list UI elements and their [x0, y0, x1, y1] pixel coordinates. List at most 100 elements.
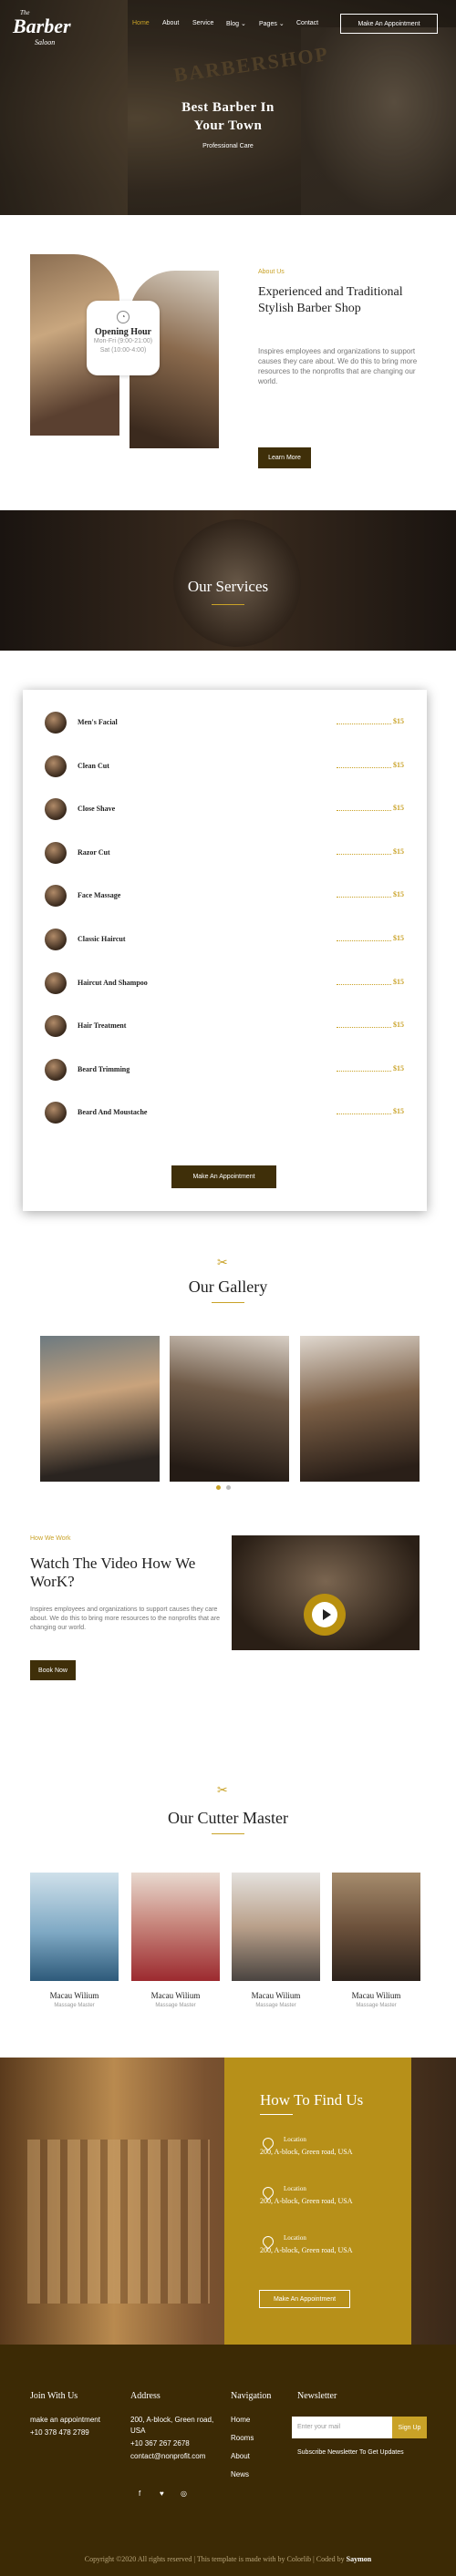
newsletter-note: Subscribe Newsletter To Get Updates [297, 2449, 404, 2456]
hero-subtitle: Professional Care [202, 143, 254, 149]
service-name: Close Shave [78, 805, 116, 814]
team-role: Massage Master [54, 2003, 95, 2008]
book-now-button[interactable]: Book Now [30, 1660, 76, 1680]
learn-more-button[interactable]: Learn More [258, 447, 311, 468]
team-title: Our Cutter Master [168, 1809, 288, 1827]
service-avatar [45, 798, 67, 821]
divider [212, 604, 244, 605]
header-appointment-button[interactable]: Make An Appointment [340, 14, 438, 34]
location-address: 200, A-block, Green road, USA [260, 2197, 353, 2205]
footer [0, 2345, 456, 2576]
scissors-icon: ✂ [217, 1784, 228, 1798]
service-item: Hair Treatment $15 [45, 1015, 409, 1039]
dotted-leader [337, 940, 391, 941]
footer-address-phone[interactable]: +10 367 267 2678 [130, 2438, 190, 2449]
newsletter-signup-button[interactable]: Sign Up [392, 2417, 427, 2438]
location-address: 200, A-block, Green road, USA [260, 2246, 353, 2254]
coder-link[interactable]: Saymon [347, 2555, 372, 2563]
service-price: $15 [393, 934, 404, 942]
gallery-title: Our Gallery [188, 1278, 268, 1296]
menu-appointment-button[interactable]: Make An Appointment [171, 1165, 276, 1188]
service-item: Classic Haircut $15 [45, 929, 409, 952]
service-price: $15 [393, 1063, 404, 1072]
service-avatar [45, 712, 67, 734]
team-name: Macau Wilium [150, 1991, 201, 2000]
footer-address-title: Address [130, 2391, 161, 2401]
service-name: Beard Trimming [78, 1064, 130, 1073]
gallery-image[interactable] [300, 1336, 420, 1482]
footer-address: 200, A-block, Green road, USA [130, 2416, 214, 2435]
facebook-icon[interactable]: f [139, 2489, 140, 2498]
service-avatar [45, 885, 67, 908]
footer-join-text: make an appointment [30, 2416, 100, 2424]
dotted-leader [337, 766, 391, 768]
service-name: Classic Haircut [78, 935, 126, 943]
footer-nav-about[interactable]: About [231, 2451, 250, 2462]
scissors-icon: ✂ [217, 1257, 228, 1270]
video-label: How We Work [30, 1535, 71, 1542]
location-label: Location [284, 2136, 306, 2143]
find-appointment-button[interactable]: Make An Appointment [259, 2290, 350, 2308]
divider [212, 1833, 244, 1834]
location-label: Location [284, 2234, 306, 2242]
nav-contact[interactable]: Contact [296, 20, 318, 26]
footer-join-phone[interactable]: +10 378 478 2789 [30, 2427, 89, 2438]
service-price: $15 [393, 847, 404, 856]
service-avatar [45, 754, 67, 777]
clock-icon: ◔ [117, 311, 130, 323]
nav-home[interactable]: Home [132, 20, 150, 26]
service-avatar [45, 1102, 67, 1124]
footer-nav-news[interactable]: News [231, 2469, 249, 2480]
team-role: Massage Master [356, 2003, 397, 2008]
gallery-image[interactable] [170, 1336, 289, 1482]
service-item: Razor Cut $15 [45, 841, 409, 866]
video-text: Inspires employees and organizations to … [30, 1606, 221, 1631]
team-name: Macau Wilium [251, 1991, 301, 2000]
service-price: $15 [393, 1021, 404, 1030]
play-icon [323, 1609, 331, 1620]
opening-line: Sat (10:00-4:00) [99, 347, 147, 354]
service-name: Hair Treatment [78, 1021, 127, 1031]
service-price: $15 [393, 760, 404, 769]
chevron-down-icon: ⌄ [240, 21, 246, 27]
team-photo [232, 1873, 320, 1981]
footer-nav-home[interactable]: Home [231, 2415, 250, 2426]
about-title: Experienced and Traditional Stylish Barb… [258, 285, 403, 315]
newsletter-email-input[interactable]: Enter your mail [292, 2417, 392, 2438]
service-item: Face Massage $15 [45, 885, 409, 908]
instagram-icon[interactable]: ◎ [181, 2489, 187, 2498]
footer-newsletter-title: Newsletter [297, 2391, 337, 2401]
nav-blog[interactable]: Blog ⌄ [226, 20, 246, 27]
services-title: Our Services [187, 578, 269, 595]
logo[interactable]: Barber [13, 15, 71, 38]
service-price: $15 [393, 977, 404, 986]
service-item: Clean Cut $15 [45, 754, 409, 779]
service-name: Beard And Moustache [78, 1108, 148, 1117]
team-photo [30, 1873, 119, 1981]
service-price: $15 [393, 890, 404, 899]
gallery-image[interactable] [40, 1336, 160, 1482]
service-name: Clean Cut [78, 761, 109, 770]
service-avatar [45, 841, 67, 864]
location-label: Location [284, 2185, 306, 2192]
dotted-leader [337, 1070, 391, 1072]
dotted-leader [337, 810, 391, 812]
carousel-dot-active[interactable] [216, 1485, 221, 1490]
service-price: $15 [393, 804, 404, 813]
opening-hour-card: ◔ Opening Hour Mon-Fri (9:00-21:00) Sat … [87, 301, 160, 375]
service-item: Beard Trimming $15 [45, 1058, 409, 1083]
nav-pages[interactable]: Pages ⌄ [259, 20, 285, 27]
footer-address-email[interactable]: contact@nonprofit.com [130, 2451, 205, 2462]
service-name: Men's Facial [78, 718, 118, 726]
carousel-dot[interactable] [226, 1485, 231, 1490]
nav-about[interactable]: About [162, 20, 179, 26]
nav-service[interactable]: Service [192, 20, 213, 26]
opening-line: Mon-Fri (9:00-21:00) [93, 338, 153, 344]
service-avatar [45, 1058, 67, 1081]
footer-join-title: Join With Us [30, 2391, 78, 2401]
team-photo [131, 1873, 220, 1981]
twitter-icon[interactable]: ♥ [160, 2489, 164, 2498]
logo-sub: Saloon [35, 38, 56, 46]
footer-nav-rooms[interactable]: Rooms [231, 2433, 254, 2444]
divider [260, 2114, 293, 2115]
